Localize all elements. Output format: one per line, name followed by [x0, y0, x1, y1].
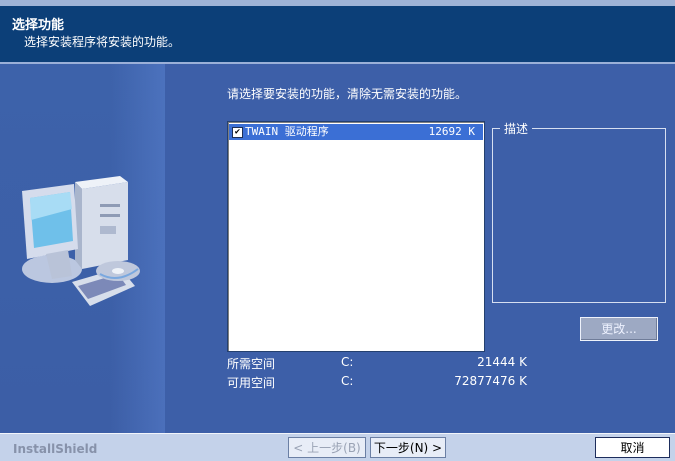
back-button[interactable]: < 上一步(B) [288, 437, 366, 458]
feature-list[interactable]: ✔ TWAIN 驱动程序 12692 K [227, 121, 485, 352]
space-required-label: 所需空间 [227, 357, 276, 371]
space-required-value: 21444 K [477, 355, 527, 369]
page-title: 选择功能 [12, 18, 65, 33]
installshield-brand: InstallShield [13, 442, 98, 456]
feature-item-twain[interactable]: ✔ TWAIN 驱动程序 12692 K [229, 124, 483, 140]
instruction-text: 请选择要安装的功能，清除无需安装的功能。 [227, 87, 468, 101]
space-required-drive: C: [341, 355, 354, 369]
space-available-row: 可用空间 C: 72877476 K [227, 374, 527, 390]
space-available-value: 72877476 K [454, 374, 527, 388]
change-button[interactable]: 更改... [580, 317, 658, 341]
feature-size: 12692 K [428, 125, 475, 138]
computer-with-cd-icon [22, 176, 140, 306]
space-available-drive: C: [341, 374, 354, 388]
space-required-row: 所需空间 C: 21444 K [227, 355, 527, 371]
checkbox-checked-icon[interactable]: ✔ [232, 127, 243, 138]
space-available-label: 可用空间 [227, 376, 276, 390]
description-label: 描述 [500, 120, 533, 137]
description-box [492, 128, 666, 303]
wizard-header: 选择功能 选择安装程序将安装的功能。 [0, 6, 675, 64]
next-button[interactable]: 下一步(N) > [370, 437, 446, 458]
cancel-button[interactable]: 取消 [595, 437, 670, 458]
left-graphic-panel [0, 64, 165, 433]
feature-name: TWAIN 驱动程序 [245, 125, 329, 138]
page-subtitle: 选择安装程序将安装的功能。 [24, 35, 181, 49]
